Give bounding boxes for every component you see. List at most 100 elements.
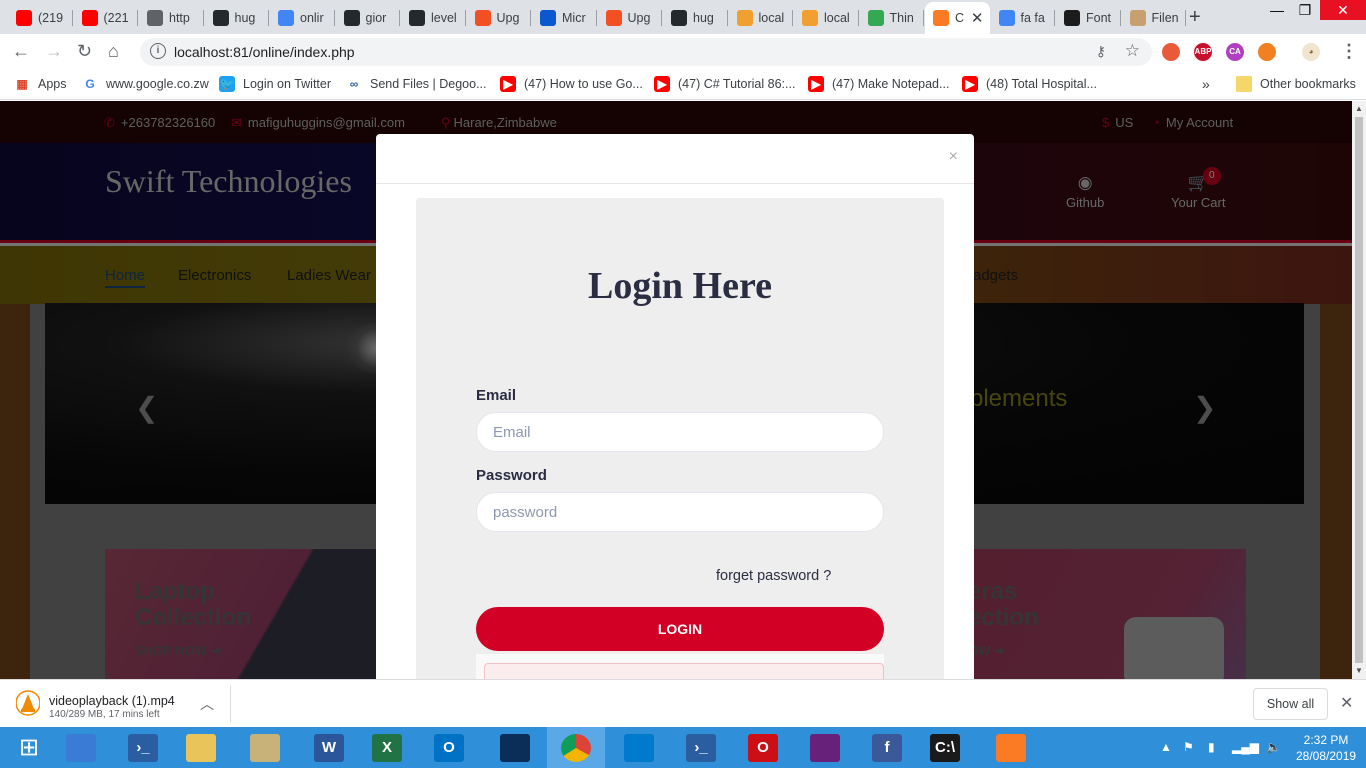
system-clock[interactable]: 2:32 PM 28/08/2019 [1296, 732, 1356, 764]
battery-icon[interactable]: ▮ [1208, 740, 1215, 754]
taskbar-powershell[interactable]: ›_ [114, 727, 172, 768]
word-icon: W [314, 733, 344, 762]
taskbar-word[interactable]: W [300, 727, 358, 768]
browser-tab[interactable]: onlir [270, 4, 335, 32]
taskbar-visual-studio[interactable] [796, 727, 854, 768]
login-button[interactable]: LOGIN [476, 607, 884, 651]
home-icon[interactable]: ⌂ [108, 41, 119, 62]
password-field[interactable] [476, 492, 884, 532]
menu-kebab-icon[interactable]: ⋮ [1340, 41, 1358, 62]
email-field[interactable] [476, 412, 884, 452]
taskbar-xampp[interactable] [982, 727, 1040, 768]
close-window-button[interactable]: ✕ [1320, 0, 1366, 20]
google-icon [278, 10, 294, 26]
bookmarks-overflow-button[interactable]: » [1202, 76, 1210, 92]
taskbar-file-explorer[interactable] [52, 727, 110, 768]
scroll-up-icon[interactable]: ▲ [1355, 104, 1363, 113]
browser-tab[interactable]: (221 [74, 4, 138, 32]
browser-tab[interactable]: hug [205, 4, 269, 32]
address-bar[interactable]: i localhost:81/online/index.php ⚷ ☆ [140, 38, 1152, 66]
scroll-down-icon[interactable]: ▼ [1355, 666, 1363, 675]
restore-button[interactable]: ❐ [1290, 0, 1320, 20]
bookmark-label: (47) Make Notepad... [832, 77, 950, 91]
browser-tab[interactable]: local [794, 4, 859, 32]
browser-tab[interactable]: Micr [532, 4, 597, 32]
taskbar-facebook[interactable]: f [858, 727, 916, 768]
taskbar-dynamics[interactable] [486, 727, 544, 768]
profile-avatar-icon[interactable]: ◕ [1302, 43, 1320, 61]
taskbar-powershell-2[interactable]: ›_ [672, 727, 730, 768]
url-text[interactable]: localhost:81/online/index.php [174, 44, 355, 60]
site-info-icon[interactable]: i [150, 43, 166, 59]
forward-icon[interactable]: → [45, 41, 63, 62]
chevron-up-icon[interactable]: ︿ [200, 694, 214, 714]
tab-separator [1185, 10, 1186, 26]
close-icon[interactable]: ✕ [1340, 693, 1353, 713]
tab-separator [530, 10, 531, 26]
taskbar-vscode[interactable] [610, 727, 668, 768]
new-tab-button[interactable]: + [1189, 6, 1201, 29]
download-filename[interactable]: videoplayback (1).mp4 [49, 694, 175, 708]
browser-tab[interactable]: Upg [598, 4, 662, 32]
tab-separator [923, 10, 924, 26]
ext-icon[interactable] [1258, 43, 1276, 61]
dynamics-icon [500, 733, 530, 762]
opera-icon: O [748, 733, 778, 762]
action-flag-icon[interactable]: ⚑ [1183, 740, 1194, 754]
tab-title: Micr [562, 11, 586, 25]
tab-title: (219 [38, 11, 64, 25]
youtube-icon [16, 10, 32, 26]
browser-tab[interactable]: Font [1056, 4, 1121, 32]
ext-icon[interactable]: CA [1226, 43, 1244, 61]
bookmark-item[interactable]: Gwww.google.co.zw [82, 76, 209, 92]
browser-tab[interactable]: hug [663, 4, 728, 32]
vlc-cone-icon[interactable] [16, 690, 40, 716]
taskbar-folders[interactable] [172, 727, 230, 768]
key-icon[interactable]: ⚷ [1096, 43, 1106, 60]
bookmark-item[interactable]: ∞ Send Files | Degoo... [346, 76, 487, 92]
close-tab-icon[interactable]: ✕ [971, 9, 984, 27]
browser-tab[interactable]: (219 [8, 4, 73, 32]
download-bar: videoplayback (1).mp4 140/289 MB, 17 min… [0, 679, 1366, 727]
taskbar-excel[interactable]: X [358, 727, 416, 768]
show-all-button[interactable]: Show all [1253, 688, 1328, 720]
taskbar-tools[interactable] [236, 727, 294, 768]
browser-tab[interactable]: fa fa [991, 4, 1055, 32]
ext-icon[interactable] [1162, 43, 1180, 61]
bookmark-item[interactable]: ▶ (47) How to use Go... [500, 76, 643, 92]
browser-tab[interactable]: Filen [1122, 4, 1186, 32]
page-scrollbar[interactable]: ▲ ▼ [1352, 101, 1366, 679]
reload-icon[interactable]: ↻ [77, 41, 92, 62]
tab-separator [792, 10, 793, 26]
back-icon[interactable]: ← [12, 41, 30, 62]
bookmark-item[interactable]: ▶ (47) Make Notepad... [808, 76, 949, 92]
browser-tab[interactable]: level [401, 4, 466, 32]
other-bookmarks-folder[interactable]: Other bookmarks [1236, 76, 1356, 92]
wifi-signal-icon[interactable]: ▂▄▆ [1232, 740, 1259, 754]
adblock-icon[interactable]: ABP [1194, 43, 1212, 61]
show-hidden-icons-icon[interactable]: ▲ [1160, 740, 1172, 754]
forget-password-link[interactable]: forget password ? [716, 568, 831, 584]
browser-tab[interactable]: gior [336, 4, 400, 32]
taskbar-start[interactable]: ⊞ [0, 727, 58, 768]
bookmark-item[interactable]: 🐦 Login on Twitter [219, 76, 331, 92]
scroll-thumb[interactable] [1355, 117, 1363, 663]
powershell-2-icon: ›_ [686, 733, 716, 762]
taskbar-cmd[interactable]: C:\ [916, 727, 974, 768]
bookmark-item[interactable]: ▶ (48) Total Hospital... [962, 76, 1097, 92]
browser-tab[interactable]: Thin [860, 4, 924, 32]
browser-tab[interactable]: Upg [467, 4, 531, 32]
bookmark-item[interactable]: ▶ (47) C# Tutorial 86:... [654, 76, 795, 92]
close-icon[interactable]: × [949, 148, 958, 166]
browser-tab[interactable]: local [729, 4, 793, 32]
bookmark-star-icon[interactable]: ☆ [1125, 41, 1140, 61]
bookmark-item[interactable]: ▦ Apps [14, 76, 67, 92]
taskbar-outlook[interactable]: O [420, 727, 478, 768]
taskbar-opera[interactable]: O [734, 727, 792, 768]
tab-separator [202, 10, 204, 26]
volume-icon[interactable]: 🔈 [1266, 740, 1281, 754]
taskbar-chrome[interactable] [547, 727, 605, 768]
browser-tab[interactable]: C ✕ [925, 2, 990, 34]
browser-tab[interactable]: http [139, 4, 204, 32]
minimize-button[interactable]: — [1262, 0, 1292, 20]
